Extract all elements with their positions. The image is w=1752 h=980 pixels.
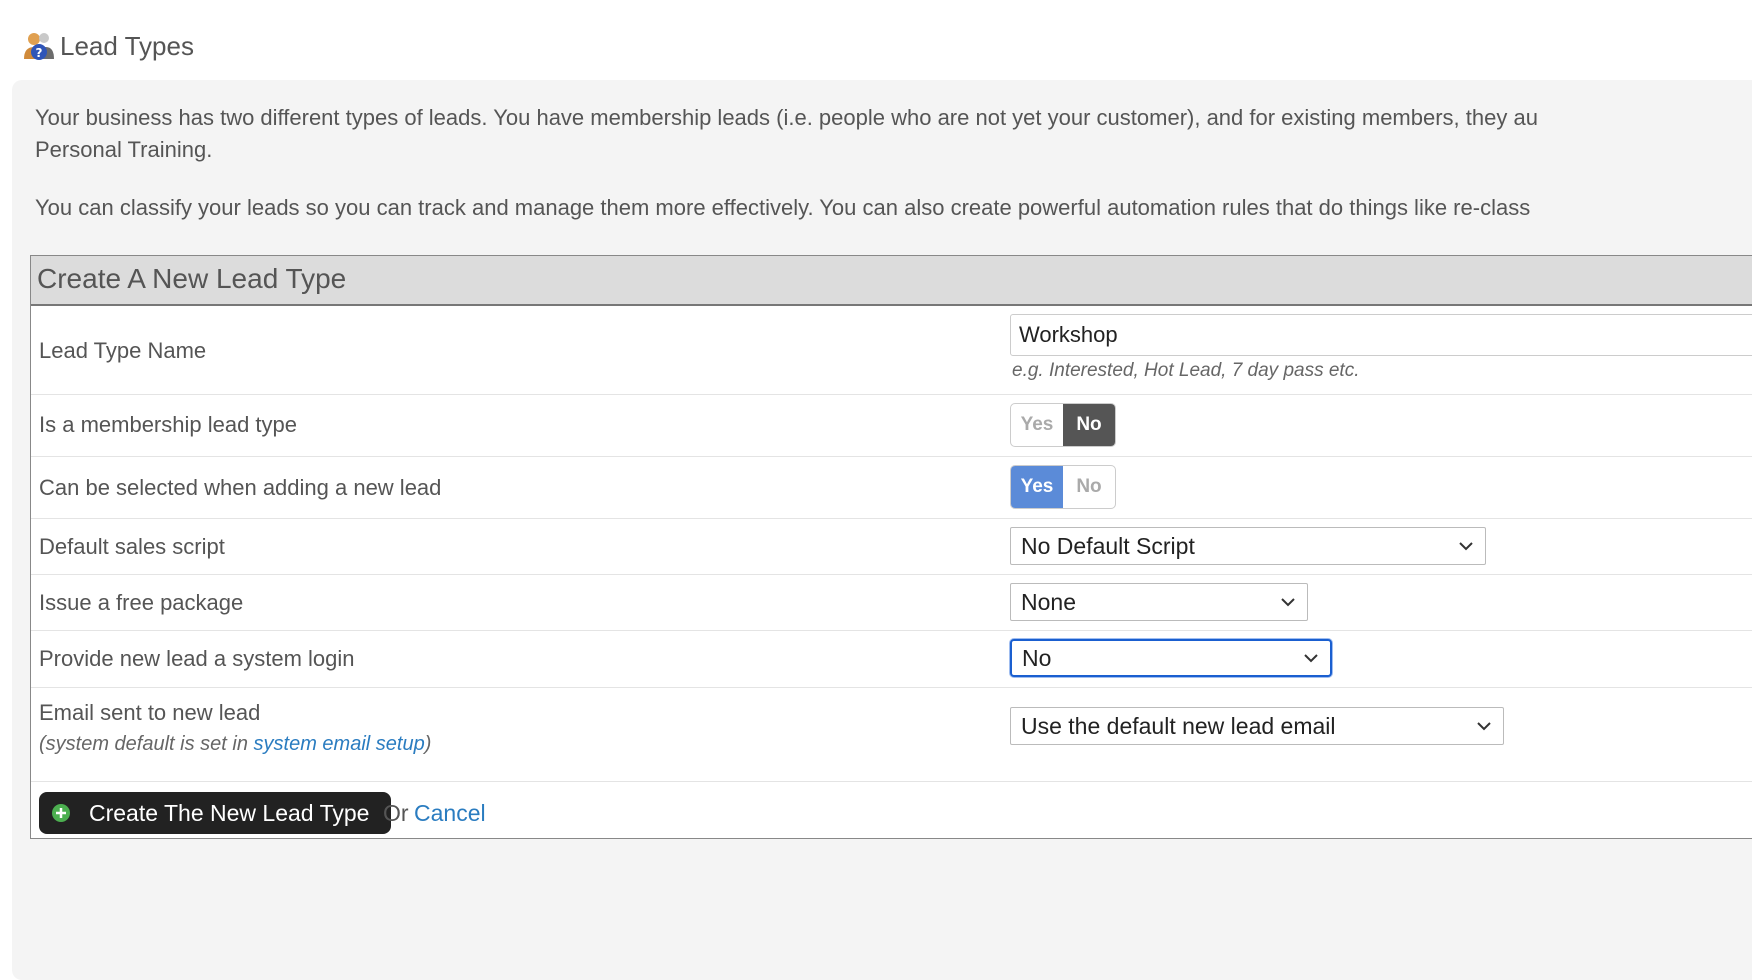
plus-circle-icon bbox=[52, 804, 70, 822]
lead-type-name-label: Lead Type Name bbox=[39, 338, 207, 363]
sales-script-label: Default sales script bbox=[39, 534, 225, 559]
row-system-login: Provide new lead a system login No bbox=[31, 631, 1752, 688]
row-lead-type-name: Lead Type Name e.g. Interested, Hot Lead… bbox=[31, 306, 1752, 395]
chevron-down-icon bbox=[1477, 722, 1491, 731]
users-help-icon: ? bbox=[24, 33, 54, 60]
membership-yes-option[interactable]: Yes bbox=[1011, 404, 1063, 446]
row-free-package: Issue a free package None bbox=[31, 575, 1752, 631]
cancel-link[interactable]: Cancel bbox=[414, 800, 486, 827]
svg-text:?: ? bbox=[36, 46, 43, 60]
create-lead-type-button[interactable]: Create The New Lead Type bbox=[39, 792, 392, 834]
content-panel: Your business has two different types of… bbox=[12, 80, 1752, 980]
membership-toggle[interactable]: Yes No bbox=[1010, 403, 1116, 447]
intro-text: Your business has two different types of… bbox=[35, 102, 1752, 250]
create-lead-type-label: Create The New Lead Type bbox=[89, 799, 370, 826]
sales-script-select[interactable]: No Default Script bbox=[1010, 527, 1486, 565]
new-lead-email-select[interactable]: Use the default new lead email bbox=[1010, 707, 1504, 745]
sales-script-value: No Default Script bbox=[1021, 532, 1195, 559]
email-default-note: (system default is set in system email s… bbox=[39, 733, 431, 755]
free-package-label: Issue a free package bbox=[39, 590, 244, 615]
new-lead-email-label: Email sent to new lead (system default i… bbox=[39, 698, 431, 759]
lead-type-name-hint: e.g. Interested, Hot Lead, 7 day pass et… bbox=[1012, 360, 1360, 381]
intro-paragraph-1-line-1: Your business has two different types of… bbox=[35, 105, 1538, 130]
intro-paragraph-1-line-2: Personal Training. bbox=[35, 137, 213, 162]
create-lead-type-form: Create A New Lead Type Lead Type Name e.… bbox=[30, 255, 1752, 839]
row-sales-script: Default sales script No Default Script bbox=[31, 519, 1752, 575]
chevron-down-icon bbox=[1304, 654, 1318, 663]
selectable-no-option[interactable]: No bbox=[1063, 466, 1115, 508]
membership-label: Is a membership lead type bbox=[39, 412, 298, 437]
or-text: Or bbox=[383, 800, 409, 826]
row-membership: Is a membership lead type Yes No bbox=[31, 395, 1752, 457]
page-header: ? Lead Types bbox=[22, 28, 194, 64]
system-email-setup-link[interactable]: system email setup bbox=[254, 733, 425, 755]
intro-paragraph-1: Your business has two different types of… bbox=[35, 102, 1752, 166]
email-note-prefix: (system default is set in bbox=[39, 733, 254, 755]
free-package-select[interactable]: None bbox=[1010, 583, 1308, 621]
row-new-lead-email: Email sent to new lead (system default i… bbox=[31, 688, 1752, 782]
row-actions: Create The New Lead Type Or Cancel bbox=[31, 782, 1752, 852]
lead-type-name-input[interactable] bbox=[1010, 314, 1752, 356]
selectable-yes-option[interactable]: Yes bbox=[1011, 466, 1063, 508]
new-lead-email-value: Use the default new lead email bbox=[1021, 712, 1336, 739]
selectable-label: Can be selected when adding a new lead bbox=[39, 475, 442, 500]
email-note-suffix: ) bbox=[424, 733, 432, 755]
membership-no-option[interactable]: No bbox=[1063, 404, 1115, 446]
chevron-down-icon bbox=[1281, 598, 1295, 607]
row-selectable: Can be selected when adding a new lead Y… bbox=[31, 457, 1752, 519]
selectable-toggle[interactable]: Yes No bbox=[1010, 465, 1116, 509]
system-login-select[interactable]: No bbox=[1010, 639, 1332, 677]
intro-paragraph-2: You can classify your leads so you can t… bbox=[35, 195, 1531, 220]
page-title: Lead Types bbox=[60, 30, 194, 61]
chevron-down-icon bbox=[1459, 542, 1473, 551]
free-package-value: None bbox=[1021, 588, 1076, 615]
system-login-label: Provide new lead a system login bbox=[39, 646, 355, 671]
system-login-value: No bbox=[1022, 644, 1052, 671]
form-title: Create A New Lead Type bbox=[31, 256, 1752, 306]
new-lead-email-title: Email sent to new lead bbox=[39, 700, 261, 725]
